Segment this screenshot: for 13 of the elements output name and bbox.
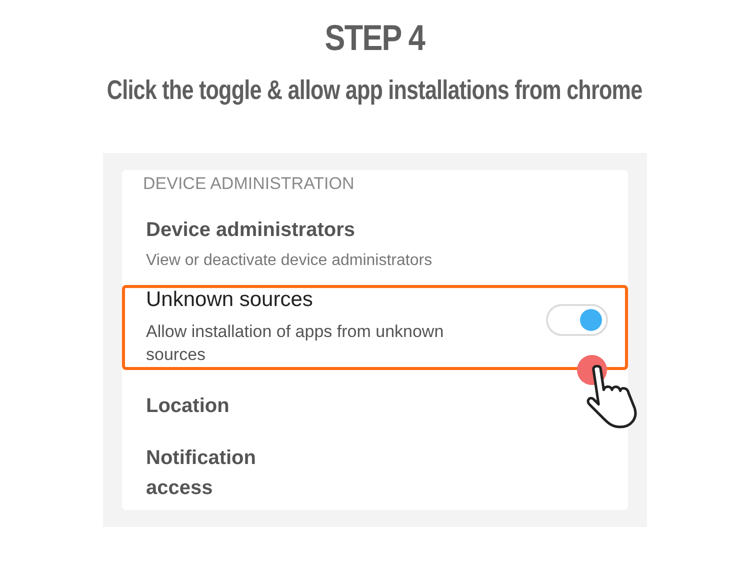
- setting-description: Allow installation of apps from unknown sources: [146, 321, 445, 366]
- setting-description: View or deactivate device administrators: [146, 252, 434, 270]
- setting-item[interactable]: Device administrators View or deactivate device administrators: [122, 197, 628, 286]
- section-header: DEVICE ADMINISTRATION: [142, 173, 356, 195]
- toggle-switch[interactable]: [546, 304, 608, 336]
- highlighted-setting[interactable]: Unknown sources Allow installation of apps from unknown sources: [122, 285, 628, 370]
- instruction-text: Click the toggle & allow app installations from chrome: [107, 74, 643, 106]
- setting-title: Unknown sources: [146, 288, 314, 312]
- setting-title: Device administrators: [146, 218, 356, 242]
- setting-title: Location: [146, 394, 230, 420]
- setting-title: Notification access: [146, 446, 257, 502]
- step-heading: STEP 4: [325, 18, 425, 58]
- setting-item[interactable]: Notification access: [122, 436, 628, 510]
